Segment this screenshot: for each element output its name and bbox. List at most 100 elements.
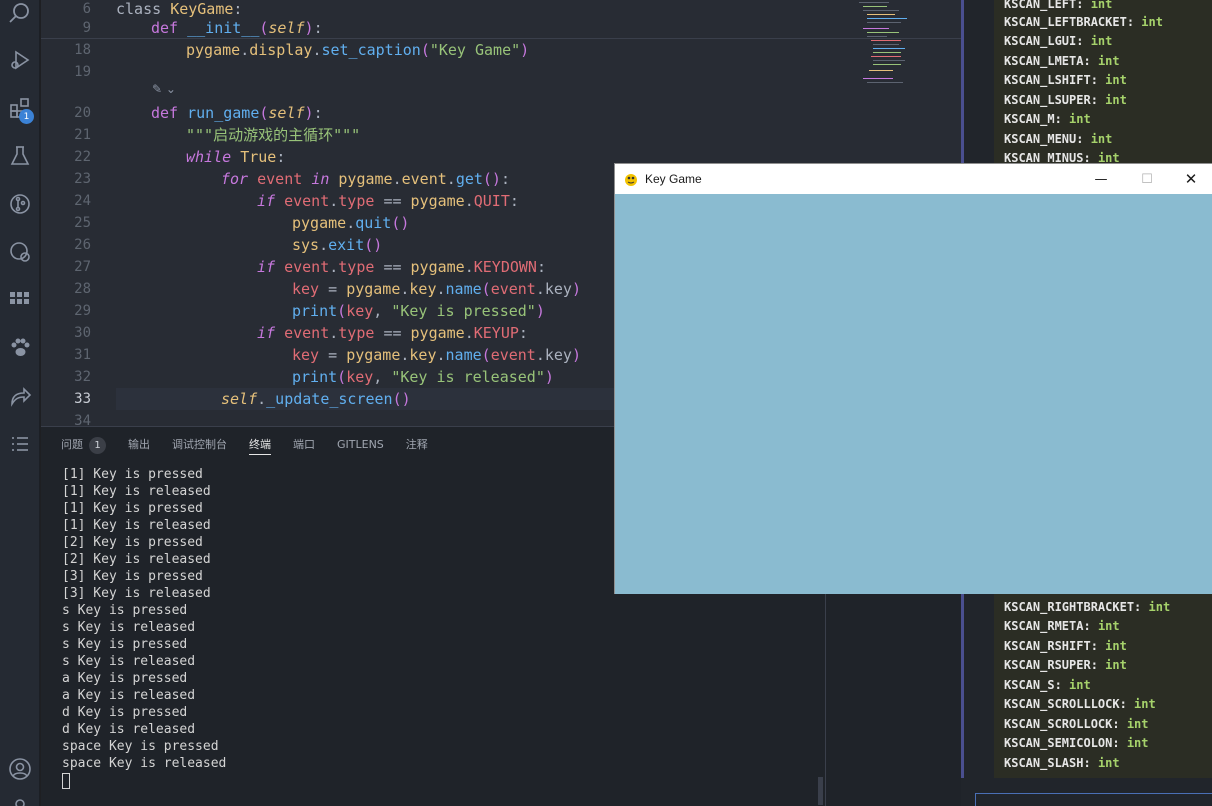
code-line: if event.type == pygame.KEYUP: [257, 324, 528, 342]
symbol-item: KSCAN_SEMICOLON: int [1004, 736, 1149, 750]
code-line: self._update_screen() [221, 390, 411, 408]
window-title: Key Game [645, 172, 702, 186]
line-number: 28 [74, 281, 91, 297]
terminal-line: [1] Key is released [62, 484, 211, 499]
share-icon[interactable] [6, 382, 34, 410]
close-button[interactable]: ✕ [1168, 164, 1212, 194]
line-number: 23 [74, 171, 91, 187]
line-number-active: 33 [74, 391, 91, 407]
settings-icon[interactable] [6, 790, 34, 806]
code-line: def run_game(self): [151, 104, 323, 122]
terminal-scrollbar[interactable] [818, 777, 823, 805]
tab-output[interactable]: 输出 [128, 437, 150, 455]
line-number: 25 [74, 215, 91, 231]
tab-debug-console[interactable]: 调试控制台 [172, 437, 227, 455]
terminal-line: space Key is pressed [62, 739, 219, 754]
terminal-line: d Key is released [62, 722, 196, 737]
terminal-line: [1] Key is released [62, 518, 211, 533]
code-line: if event.type == pygame.QUIT: [257, 192, 519, 210]
symbol-item: KSCAN_LGUI: int [1004, 34, 1113, 48]
symbol-item: KSCAN_RIGHTBRACKET: int [1004, 600, 1171, 614]
symbol-item: KSCAN_LSHIFT: int [1004, 73, 1127, 87]
line-number: 18 [74, 42, 91, 58]
terminal-line: s Key is released [62, 654, 196, 669]
terminal-line: a Key is released [62, 688, 196, 703]
line-number: 19 [74, 64, 91, 80]
code-line: key = pygame.key.name(event.key) [292, 346, 581, 364]
terminal-line: [3] Key is released [62, 586, 211, 601]
terminal-line: d Key is pressed [62, 705, 188, 720]
tab-terminal[interactable]: 终端 [249, 437, 271, 455]
list-icon[interactable] [6, 430, 34, 458]
symbol-item: KSCAN_SLASH: int [1004, 756, 1120, 770]
testing-icon[interactable] [6, 142, 34, 170]
run-debug-icon[interactable] [6, 46, 34, 74]
game-canvas[interactable] [615, 194, 1212, 594]
paw-icon[interactable] [6, 334, 34, 362]
source-control-icon[interactable] [6, 190, 34, 218]
panel-bottom-strip [975, 793, 1212, 806]
extensions-badge: 1 [19, 109, 34, 124]
line-number: 26 [74, 237, 91, 253]
symbol-item: KSCAN_MENU: int [1004, 132, 1113, 146]
terminal-line: [2] Key is released [62, 552, 211, 567]
line-number: 32 [74, 369, 91, 385]
panel-tabs: 问题 1 输出 调试控制台 终端 端口 GITLENS 注释 [61, 437, 428, 455]
line-number: 9 [82, 20, 91, 36]
code-line: for event in pygame.event.get(): [221, 170, 510, 188]
line-number: 21 [74, 127, 91, 143]
symbol-item: KSCAN_M: int [1004, 112, 1091, 126]
terminal-line: s Key is pressed [62, 637, 188, 652]
terminal-line: [2] Key is pressed [62, 535, 203, 550]
maximize-button[interactable]: ☐ [1124, 164, 1170, 194]
symbol-item: KSCAN_LEFT: int [1004, 0, 1113, 11]
code-line: while True: [186, 148, 286, 166]
activity-bar: 1 [0, 0, 40, 806]
symbol-item: KSCAN_RSUPER: int [1004, 658, 1127, 672]
terminal-cursor [62, 773, 70, 789]
line-number: 27 [74, 259, 91, 275]
tab-comments[interactable]: 注释 [406, 437, 428, 455]
code-line: print(key, "Key is released") [292, 368, 554, 386]
symbol-item: KSCAN_RSHIFT: int [1004, 639, 1127, 653]
line-number: 31 [74, 347, 91, 363]
terminal-output[interactable]: [1] Key is pressed [1] Key is released [1]… [62, 466, 226, 772]
line-number: 30 [74, 325, 91, 341]
minimap[interactable] [859, 0, 939, 100]
symbol-item: KSCAN_LEFTBRACKET: int [1004, 15, 1163, 29]
search-icon[interactable] [6, 0, 34, 28]
symbol-item: KSCAN_LSUPER: int [1004, 93, 1127, 107]
terminal-line: space Key is released [62, 756, 227, 771]
symbol-item: KSCAN_LMETA: int [1004, 54, 1120, 68]
game-window[interactable]: Key Game — ☐ ✕ [614, 163, 1212, 594]
problems-count-badge: 1 [89, 437, 106, 454]
code-lens-icon[interactable]: ✎ ⌄ [152, 82, 176, 96]
terminal-line: a Key is pressed [62, 671, 188, 686]
terminal-line: s Key is pressed [62, 603, 188, 618]
minimize-button[interactable]: — [1078, 164, 1124, 194]
window-titlebar[interactable]: Key Game — ☐ ✕ [615, 164, 1212, 194]
code-line: def __init__(self): [151, 19, 323, 37]
grid-icon[interactable] [6, 286, 34, 314]
pygame-snake-icon [625, 174, 637, 186]
tab-problems[interactable]: 问题 1 [61, 437, 106, 455]
remote-icon[interactable] [6, 238, 34, 266]
line-number: 22 [74, 149, 91, 165]
terminal-line: [1] Key is pressed [62, 467, 203, 482]
symbol-item: KSCAN_SCROLLOCK: int [1004, 717, 1149, 731]
tab-ports[interactable]: 端口 [293, 437, 315, 455]
line-number: 20 [74, 105, 91, 121]
line-number: 29 [74, 303, 91, 319]
symbol-item: KSCAN_S: int [1004, 678, 1091, 692]
symbol-item: KSCAN_SCROLLLOCK: int [1004, 697, 1156, 711]
code-line: if event.type == pygame.KEYDOWN: [257, 258, 546, 276]
terminal-line: s Key is released [62, 620, 196, 635]
tab-gitlens[interactable]: GITLENS [337, 437, 384, 455]
symbol-item: KSCAN_RMETA: int [1004, 619, 1120, 633]
code-line: print(key, "Key is pressed") [292, 302, 545, 320]
line-number: 34 [74, 413, 91, 426]
code-line: pygame.quit() [292, 214, 410, 232]
account-icon[interactable] [6, 755, 34, 783]
code-line: pygame.display.set_caption("Key Game") [186, 41, 530, 59]
code-line: key = pygame.key.name(event.key) [292, 280, 581, 298]
